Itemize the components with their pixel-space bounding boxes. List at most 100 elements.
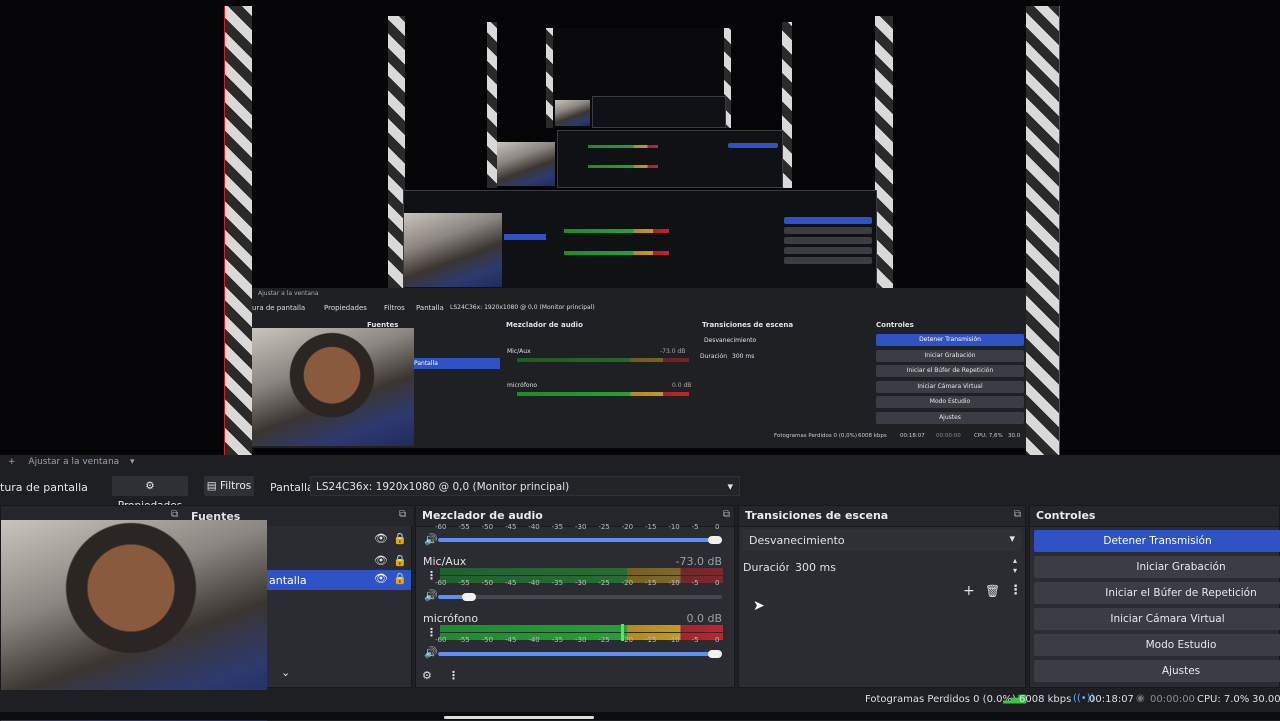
eye-icon[interactable]: 👁 (374, 532, 388, 545)
start-replay-buffer-button[interactable]: Iniciar el Búfer de Repetición (1034, 582, 1280, 604)
filters-label: Filtros (220, 480, 252, 492)
lock-icon[interactable]: 🔒 (393, 532, 407, 545)
fps: 30.00 (1252, 694, 1280, 705)
undock-icon[interactable]: ⧉ (171, 509, 178, 520)
properties-button[interactable]: ⚙ Propiedades (112, 476, 188, 512)
source-select[interactable]: LS24C36x: 1920x1080 @ 0,0 (Monitor princ… (310, 476, 740, 496)
nested-time: 00:18:07 (900, 433, 925, 439)
list-item[interactable]: 👁 🔒 (267, 552, 411, 572)
studio-mode-button[interactable]: Modo Estudio (1034, 634, 1280, 656)
controls-panel: Controles Detener Transmisión Iniciar Gr… (1029, 505, 1280, 688)
stream-time: 00:18:07 (1089, 694, 1134, 705)
transition-select[interactable]: Desvanecimiento ▾ (743, 529, 1021, 551)
settings-button[interactable]: Ajustes (1034, 660, 1280, 682)
volume-slider[interactable] (438, 652, 722, 656)
volume-knob[interactable] (708, 536, 722, 544)
tick-label: -40 (528, 523, 540, 531)
nested-control-3: Iniciar Cámara Virtual (876, 381, 1024, 393)
nested-filters: Filtros (384, 304, 405, 312)
start-recording-button[interactable]: Iniciar Grabación (1034, 556, 1280, 578)
channel-name: micrófono (423, 612, 479, 625)
nested-webcam-4 (555, 100, 590, 126)
nested-control-5: Ajustes (876, 412, 1024, 424)
status-bar: Fotogramas Perdidos 0 (0.0%) ▂▄▆ 6008 kb… (0, 690, 1280, 712)
volume-slider[interactable] (438, 538, 722, 542)
list-item[interactable]: antalla 👁 🔒 (267, 570, 411, 590)
cpu-usage: CPU: 7.0% (1197, 694, 1250, 705)
nested-ui-3 (557, 130, 783, 188)
eye-icon[interactable]: 👁 (374, 554, 388, 567)
more-vert-icon[interactable]: ⋮ (1009, 583, 1022, 598)
nested-mic-db: 0.0 dB (672, 382, 692, 389)
speaker-icon[interactable]: 🔊 (424, 533, 438, 546)
level-meter (440, 568, 723, 575)
start-virtual-camera-button[interactable]: Iniciar Cámara Virtual (1034, 608, 1280, 630)
tick-label: 0 (715, 523, 720, 531)
nested-fit-label: Ajustar a la ventana (258, 290, 319, 297)
tick-label: -30 (575, 523, 587, 531)
nested-micaux: Mic/Aux (507, 348, 531, 355)
add-icon[interactable]: + (963, 583, 975, 599)
tick-label: -50 (481, 523, 494, 531)
tick-label: -40 (528, 636, 540, 644)
tick-label: -35 (551, 523, 564, 531)
tick-label: -40 (528, 579, 540, 587)
spin-arrows-icon[interactable]: ▴ ▾ (1013, 556, 1017, 576)
tick-label: -35 (551, 636, 564, 644)
nested-micaux-db: -73.0 dB (660, 348, 686, 355)
volume-knob[interactable] (708, 650, 722, 658)
undock-icon[interactable]: ⧉ (1014, 509, 1021, 520)
filter-icon: ▤ (206, 480, 217, 492)
eye-icon[interactable]: 👁 (374, 572, 388, 585)
tick-label: -5 (691, 523, 699, 531)
tick-label: -20 (621, 636, 634, 644)
nested-cpu: CPU: 7,6% (974, 433, 1003, 439)
tick-label: -30 (575, 636, 587, 644)
tick-label: -50 (481, 579, 494, 587)
undock-icon[interactable]: ⧉ (399, 509, 406, 520)
list-item[interactable]: 👁 🔒 (267, 530, 411, 550)
more-vert-icon[interactable]: ⋮ (448, 669, 459, 682)
channel-db: 0.0 dB (686, 612, 722, 625)
tick-label: -25 (598, 523, 610, 531)
chevron-down-icon[interactable]: ⌄ (281, 666, 290, 679)
speaker-icon[interactable]: 🔊 (424, 589, 438, 602)
tick-label: -60 (435, 523, 447, 531)
gear-icon: ⚙ (145, 480, 155, 492)
undock-icon[interactable]: ⧉ (723, 509, 730, 520)
lock-icon[interactable]: 🔒 (393, 554, 407, 567)
record-time: 00:00:00 (1150, 694, 1195, 705)
transition-value: Desvanecimiento (749, 534, 845, 547)
duration-spinbox[interactable]: 300 ms ▴ ▾ (789, 556, 1021, 578)
volume-knob[interactable] (462, 593, 476, 601)
channel-name: Mic/Aux (423, 555, 467, 568)
nested-source-item: Pantalla (414, 358, 500, 369)
trash-icon[interactable]: 🗑 (985, 584, 1000, 598)
settings-icon[interactable]: ⚙ (422, 669, 432, 682)
stop-stream-button[interactable]: Detener Transmisión (1034, 530, 1280, 552)
nested-webcam-1 (252, 328, 414, 446)
transitions-title: Transiciones de escena (739, 506, 1025, 527)
nested-controls-title: Controles (876, 321, 914, 329)
nested-control-0: Detener Transmisión (876, 334, 1024, 346)
fit-window-row[interactable]: + Ajustar a la ventana ▾ (8, 457, 135, 467)
tick-label: -5 (691, 579, 699, 587)
controls-title: Controles (1030, 506, 1279, 527)
tick-label: -5 (691, 636, 699, 644)
nested-transition-value: Desvanecimiento (704, 337, 757, 344)
speaker-icon[interactable]: 🔊 (424, 646, 438, 659)
tick-label: -20 (621, 523, 634, 531)
source-label: Pantalla (270, 481, 314, 494)
tick-label: -60 (435, 636, 447, 644)
tick-label: -10 (668, 579, 680, 587)
tick-label: -60 (435, 579, 447, 587)
tick-label: -15 (645, 636, 657, 644)
tick-label: -50 (481, 636, 494, 644)
lock-icon[interactable]: 🔒 (393, 572, 407, 585)
preview-canvas[interactable]: Ajustar a la ventana ura de pantalla Pro… (0, 0, 1280, 455)
nested-control-2: Iniciar el Búfer de Repetición (876, 365, 1024, 377)
nested-duration-label: Duración (700, 353, 728, 360)
tick-label: -25 (598, 579, 610, 587)
level-meter (440, 625, 723, 632)
filters-button[interactable]: ▤ Filtros (204, 476, 254, 496)
